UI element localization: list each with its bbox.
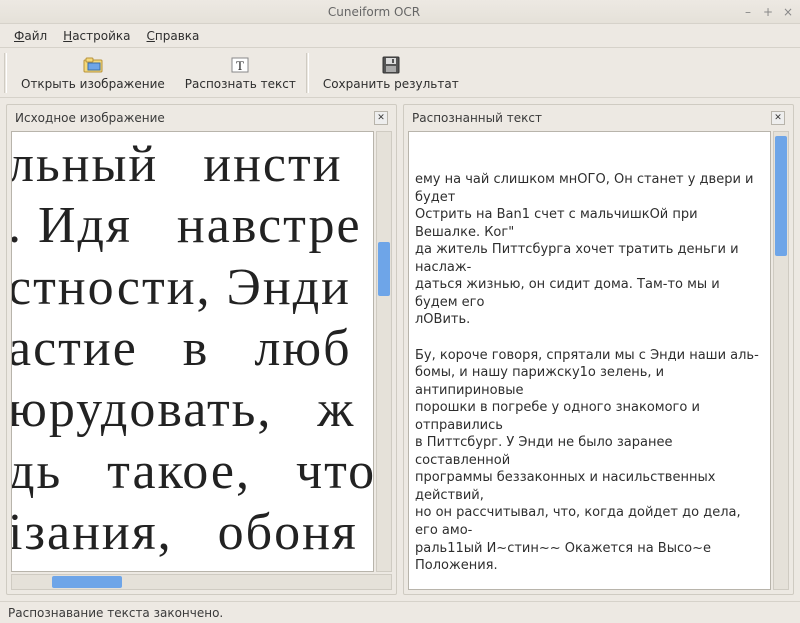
source-vscroll-thumb[interactable] — [378, 242, 390, 296]
result-pane-close-icon[interactable]: ✕ — [771, 111, 785, 125]
close-window-button[interactable]: × — [782, 5, 794, 19]
recognized-text-viewport[interactable]: ему на чай слишком мнОГО, Он станет у дв… — [408, 131, 771, 590]
toolbar: Открыть изображение T Распознать текст С… — [0, 48, 800, 98]
toolbar-separator — [306, 53, 309, 93]
minimize-button[interactable]: – — [742, 5, 754, 19]
source-horizontal-scrollbar[interactable] — [11, 574, 392, 590]
open-image-label: Открыть изображение — [21, 77, 165, 91]
toolbar-grip — [4, 53, 7, 93]
recognized-text-content: ему на чай слишком мнОГО, Он станет у дв… — [415, 171, 764, 590]
source-image-viewport[interactable]: льный инсти . Идя навстре стности, Энди … — [11, 131, 374, 572]
window-controls: – + × — [742, 5, 794, 19]
source-vertical-scrollbar[interactable] — [376, 131, 392, 572]
result-pane-title: Распознанный текст — [412, 111, 542, 125]
window-title: Cuneiform OCR — [6, 5, 742, 19]
open-image-button[interactable]: Открыть изображение — [11, 50, 175, 96]
main-panes: Исходное изображение ✕ льный инсти . Идя… — [0, 98, 800, 601]
result-vertical-scrollbar[interactable] — [773, 131, 789, 590]
result-vscroll-thumb[interactable] — [775, 136, 787, 256]
save-result-label: Сохранить результат — [323, 77, 459, 91]
open-image-icon — [83, 55, 103, 75]
source-hscroll-thumb[interactable] — [52, 576, 122, 588]
menu-settings[interactable]: Настройка — [57, 27, 136, 45]
recognize-text-label: Распознать текст — [185, 77, 296, 91]
save-result-button[interactable]: Сохранить результат — [313, 50, 469, 96]
maximize-button[interactable]: + — [762, 5, 774, 19]
window-titlebar: Cuneiform OCR – + × — [0, 0, 800, 24]
save-result-icon — [382, 55, 400, 75]
statusbar: Распознавание текста закончено. — [0, 601, 800, 623]
menu-help[interactable]: Справка — [141, 27, 206, 45]
source-pane-title: Исходное изображение — [15, 111, 165, 125]
menubar: Файл Настройка Справка — [0, 24, 800, 48]
source-pane-header: Исходное изображение ✕ — [7, 105, 396, 131]
svg-text:T: T — [236, 58, 244, 73]
status-text: Распознавание текста закончено. — [8, 606, 223, 620]
result-pane-header: Распознанный текст ✕ — [404, 105, 793, 131]
source-pane-close-icon[interactable]: ✕ — [374, 111, 388, 125]
menu-file[interactable]: Файл — [8, 27, 53, 45]
recognize-text-button[interactable]: T Распознать текст — [175, 50, 306, 96]
recognize-text-icon: T — [230, 55, 250, 75]
source-image-content: льный инсти . Идя навстре стности, Энди … — [11, 134, 374, 564]
source-image-pane: Исходное изображение ✕ льный инсти . Идя… — [6, 104, 397, 595]
recognized-text-pane: Распознанный текст ✕ ему на чай слишком … — [403, 104, 794, 595]
